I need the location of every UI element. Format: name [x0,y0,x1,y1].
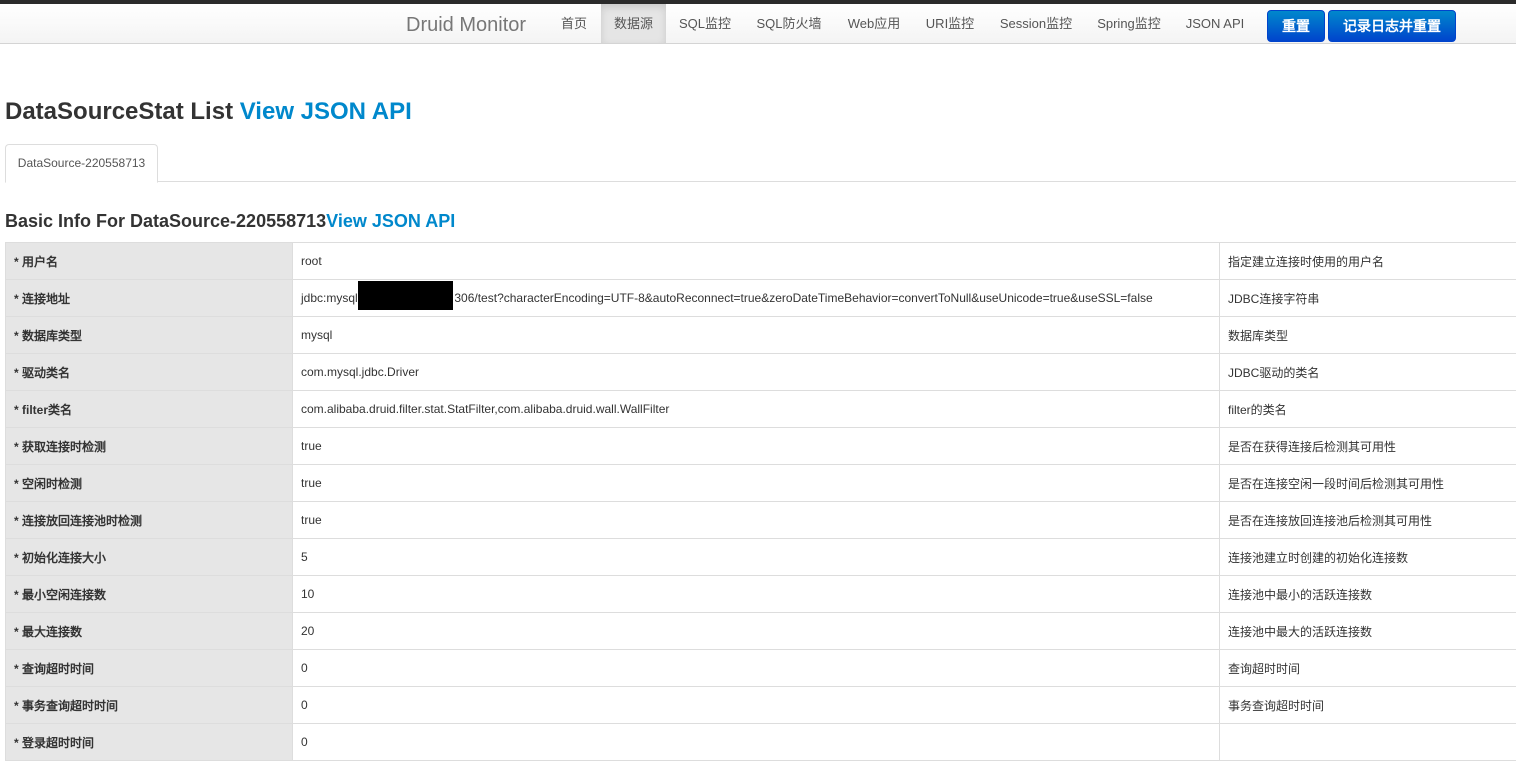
basic-info-table: * 用户名 root 指定建立连接时使用的用户名 * 连接地址 jdbc:mys… [5,242,1516,761]
row-value: root [293,243,1220,280]
navbar: Druid Monitor 首页 数据源 SQL监控 SQL防火墙 Web应用 … [0,4,1516,44]
table-row: * 查询超时时间 0 查询超时时间 [6,650,1516,687]
table-row: * 最大连接数 20 连接池中最大的活跃连接数 [6,613,1516,650]
row-key: * 驱动类名 [6,354,293,391]
row-key: * 连接放回连接池时检测 [6,502,293,539]
table-row: * 获取连接时检测 true 是否在获得连接后检测其可用性 [6,428,1516,465]
row-desc: 是否在连接空闲一段时间后检测其可用性 [1220,465,1516,502]
row-value: com.mysql.jdbc.Driver [293,354,1220,391]
row-value: 5 [293,539,1220,576]
nav-session-monitor[interactable]: Session监控 [990,4,1082,43]
row-value: com.alibaba.druid.filter.stat.StatFilter… [293,391,1220,428]
table-row: * filter类名 com.alibaba.druid.filter.stat… [6,391,1516,428]
row-desc: 连接池建立时创建的初始化连接数 [1220,539,1516,576]
nav-home[interactable]: 首页 [549,4,599,43]
row-desc: 是否在连接放回连接池后检测其可用性 [1220,502,1516,539]
row-desc: JDBC驱动的类名 [1220,354,1516,391]
row-key: * 获取连接时检测 [6,428,293,465]
row-desc: 连接池中最大的活跃连接数 [1220,613,1516,650]
table-row: * 数据库类型 mysql 数据库类型 [6,317,1516,354]
row-value: mysql [293,317,1220,354]
row-key: * 查询超时时间 [6,650,293,687]
row-key: * filter类名 [6,391,293,428]
redaction-block [358,281,453,310]
row-key: * 最小空闲连接数 [6,576,293,613]
table-row: * 驱动类名 com.mysql.jdbc.Driver JDBC驱动的类名 [6,354,1516,391]
section-title: Basic Info For DataSource-220558713View … [5,211,455,232]
row-desc: 事务查询超时时间 [1220,687,1516,724]
table-row: * 初始化连接大小 5 连接池建立时创建的初始化连接数 [6,539,1516,576]
row-value: 20 [293,613,1220,650]
page-title-text: DataSourceStat List [5,98,233,125]
table-row: * 最小空闲连接数 10 连接池中最小的活跃连接数 [6,576,1516,613]
tab-datasource[interactable]: DataSource-220558713 [5,144,158,183]
table-row: * 连接放回连接池时检测 true 是否在连接放回连接池后检测其可用性 [6,502,1516,539]
row-desc: 数据库类型 [1220,317,1516,354]
tabs-divider [5,181,1516,182]
nav-spring-monitor[interactable]: Spring监控 [1086,4,1172,43]
row-key: * 空闲时检测 [6,465,293,502]
section-json-api-link[interactable]: View JSON API [326,211,455,231]
table-row: * 连接地址 jdbc:mysql:// 306/test?characterE… [6,280,1516,317]
view-json-api-link[interactable]: View JSON API [240,98,412,125]
row-desc: 连接池中最小的活跃连接数 [1220,576,1516,613]
row-value: true [293,502,1220,539]
row-desc: filter的类名 [1220,391,1516,428]
row-desc: 指定建立连接时使用的用户名 [1220,243,1516,280]
row-value: 0 [293,650,1220,687]
row-key: * 数据库类型 [6,317,293,354]
nav-sql-monitor[interactable]: SQL监控 [668,4,742,43]
row-key: * 连接地址 [6,280,293,317]
brand-title[interactable]: Druid Monitor [406,14,526,37]
row-key: * 初始化连接大小 [6,539,293,576]
section-title-text: Basic Info For DataSource-220558713 [5,211,326,231]
reset-button[interactable]: 重置 [1267,10,1325,42]
row-value: true [293,428,1220,465]
row-value: true [293,465,1220,502]
table-row: * 用户名 root 指定建立连接时使用的用户名 [6,243,1516,280]
row-desc: 是否在获得连接后检测其可用性 [1220,428,1516,465]
table-row: * 事务查询超时时间 0 事务查询超时时间 [6,687,1516,724]
row-value: 10 [293,576,1220,613]
nav-uri-monitor[interactable]: URI监控 [914,4,986,43]
row-key: * 事务查询超时时间 [6,687,293,724]
log-and-reset-button[interactable]: 记录日志并重置 [1328,10,1456,42]
nav-datasource[interactable]: 数据源 [601,4,666,43]
table-row: * 空闲时检测 true 是否在连接空闲一段时间后检测其可用性 [6,465,1516,502]
nav-json-api[interactable]: JSON API [1176,4,1254,43]
row-desc: 查询超时时间 [1220,650,1516,687]
nav-sql-firewall[interactable]: SQL防火墙 [746,4,832,43]
row-desc: JDBC连接字符串 [1220,280,1516,317]
row-key: * 用户名 [6,243,293,280]
nav-web-app[interactable]: Web应用 [836,4,912,43]
page-title: DataSourceStat List View JSON API [5,98,412,126]
row-key: * 最大连接数 [6,613,293,650]
row-value-url: jdbc:mysql:// 306/test?characterEncoding… [293,280,1220,317]
row-value: 0 [293,687,1220,724]
